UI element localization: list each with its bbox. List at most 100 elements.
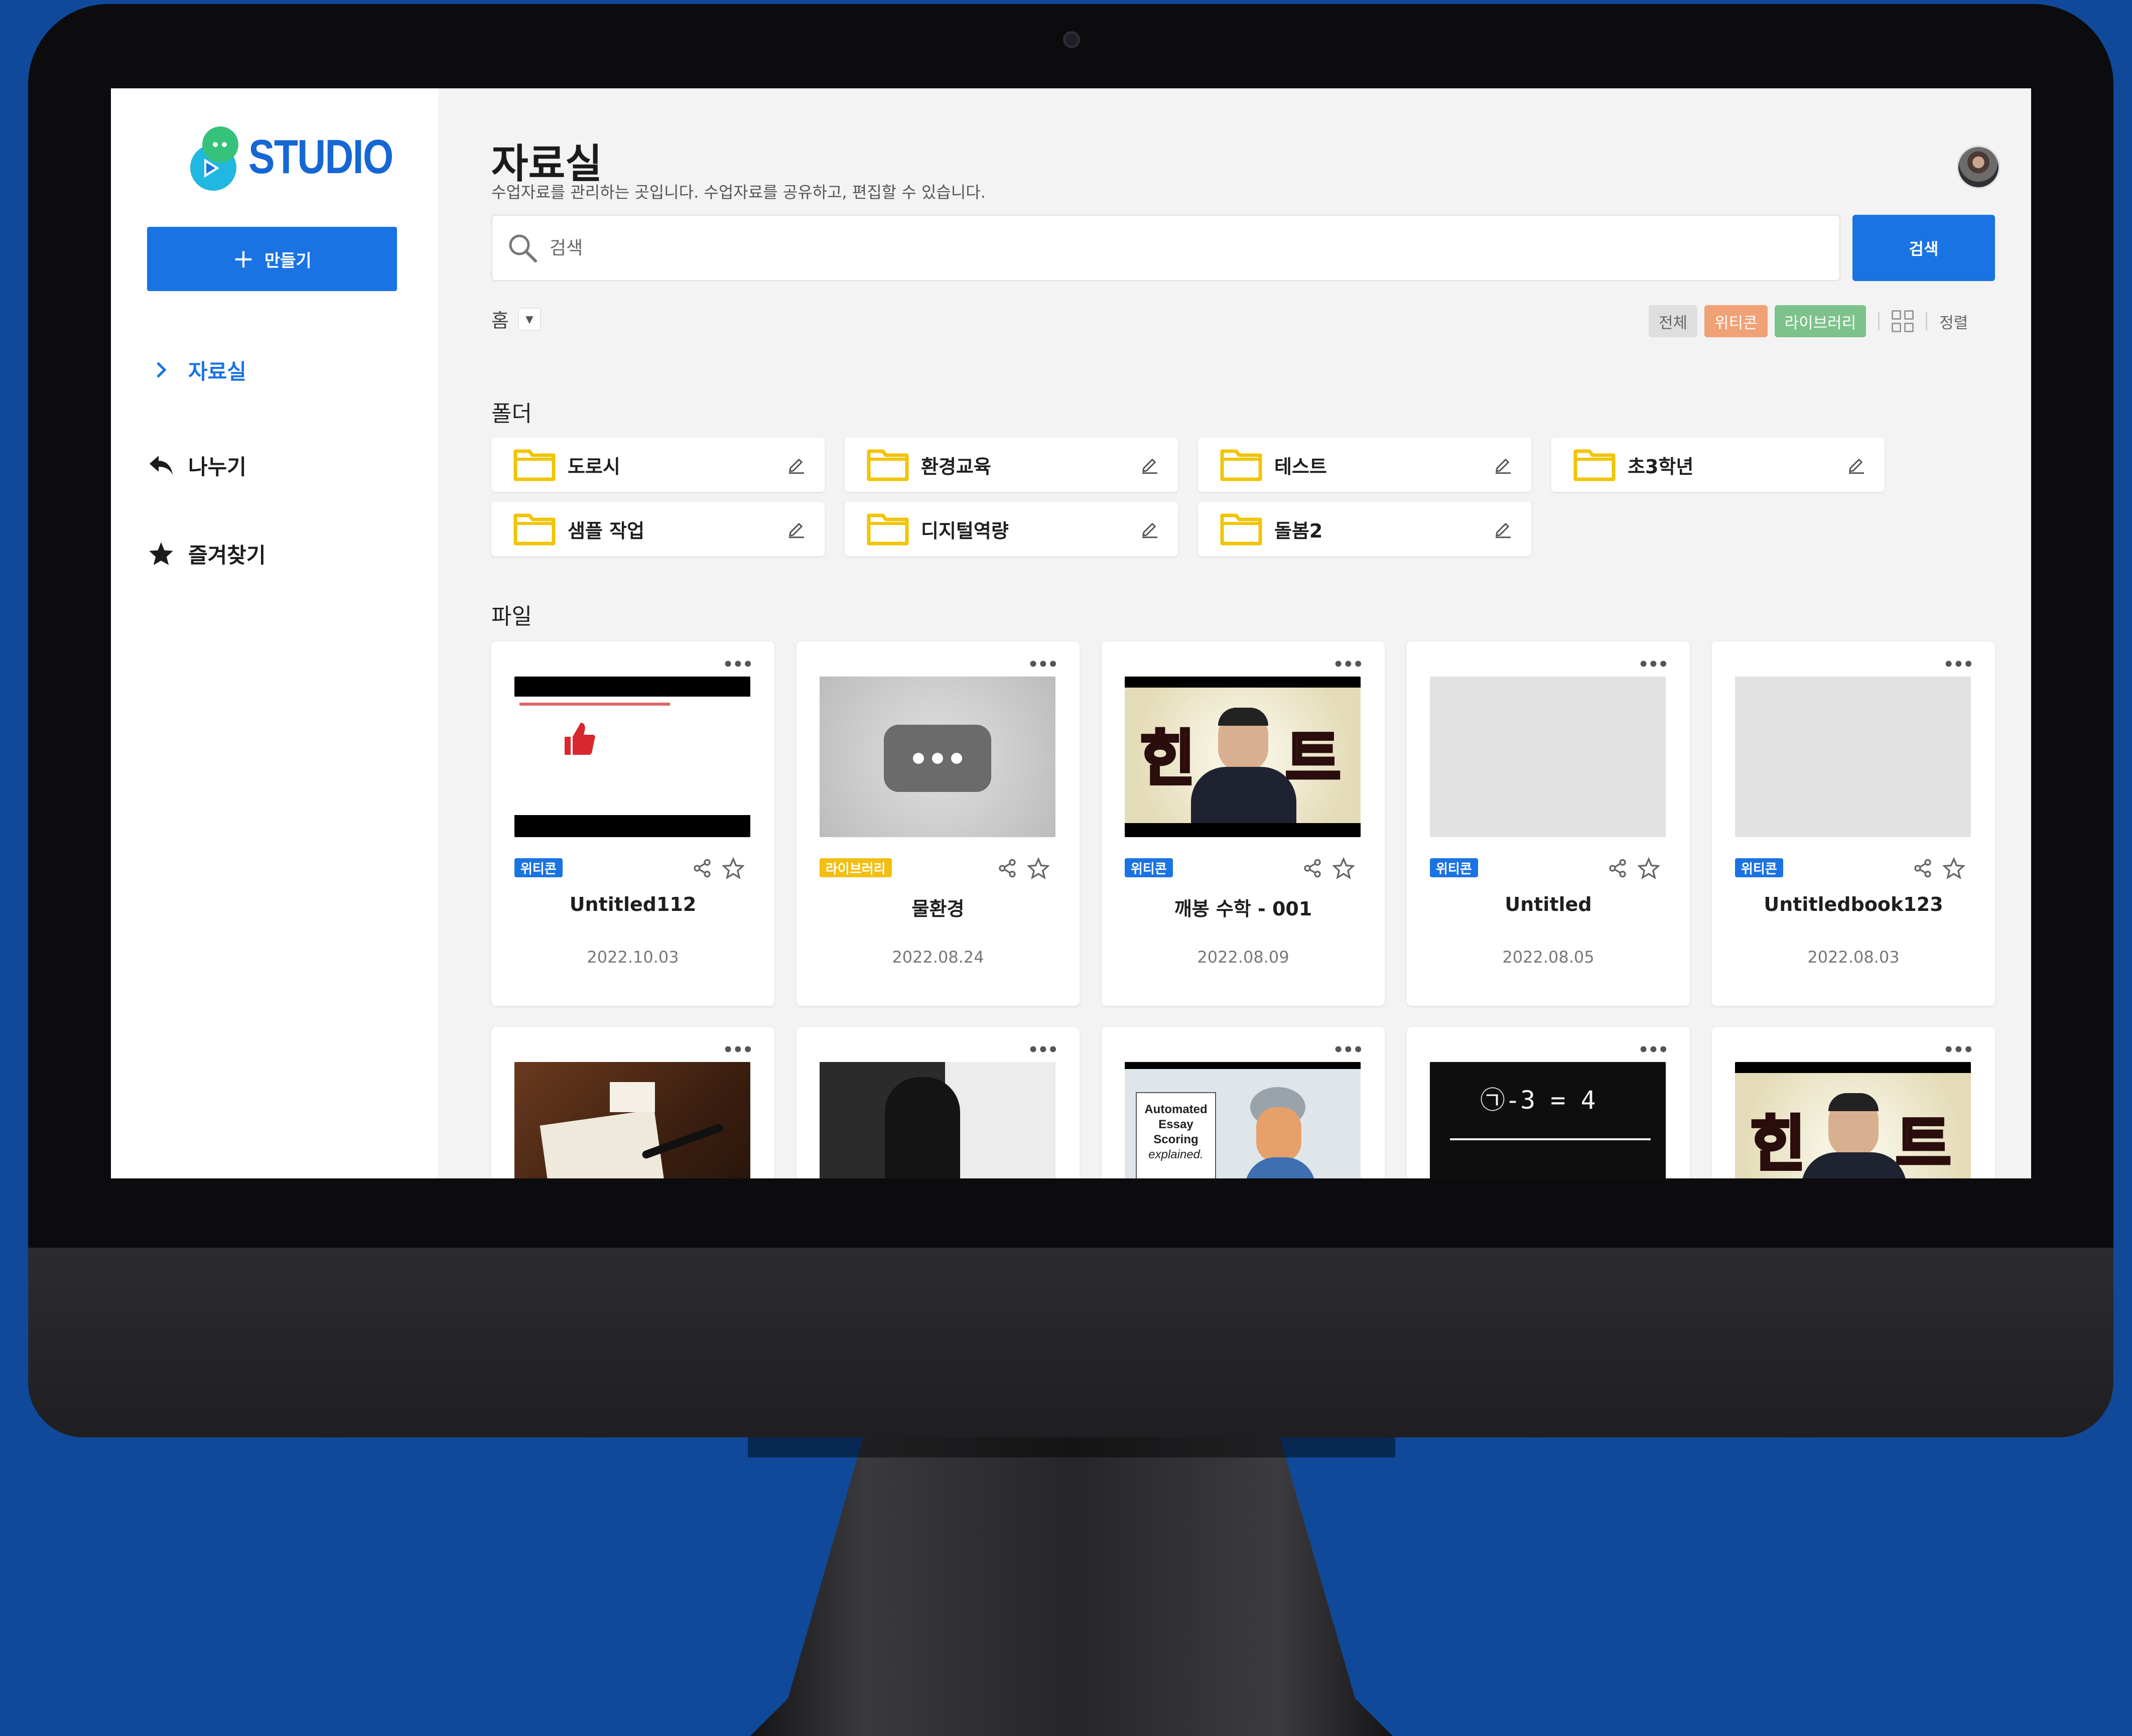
file-title: Untitledbook123 <box>1764 893 1943 915</box>
folder-item[interactable]: 샘플 작업 <box>491 502 825 556</box>
filter-bar: 전체 위티콘 라이브러리 정렬 <box>1642 305 1968 337</box>
sidebar-item-favorites[interactable]: 즐겨찾기 <box>147 536 266 571</box>
file-thumbnail <box>1735 677 1971 837</box>
star-icon[interactable] <box>722 857 744 879</box>
more-icon[interactable]: ••• <box>1943 1040 1974 1060</box>
plus-icon: + <box>232 244 254 274</box>
thumbnail-text: 트 <box>1284 723 1342 795</box>
share-icon[interactable] <box>692 858 712 878</box>
sidebar-item-library[interactable]: 자료실 <box>147 352 246 387</box>
file-card[interactable]: ••• 위티콘 Untitledbook123 2022.08.03 <box>1712 641 1995 1006</box>
folder-item[interactable]: 디지털역량 <box>845 502 1178 556</box>
more-icon[interactable]: ••• <box>1638 1040 1669 1060</box>
create-button[interactable]: + 만들기 <box>147 227 397 291</box>
star-icon[interactable] <box>1943 857 1965 879</box>
badge-witicon: 위티콘 <box>1430 858 1478 877</box>
badge-witicon: 위티콘 <box>514 858 563 877</box>
search-icon <box>509 234 537 262</box>
files-section-title: 파일 <box>491 604 532 629</box>
sidebar-item-label: 즐겨찾기 <box>188 543 266 568</box>
grid-view-icon[interactable] <box>1892 310 1914 332</box>
file-thumbnail: ㉠-3 = 4 <box>1430 1062 1666 1178</box>
studio-logo[interactable]: STUDIO <box>187 118 393 194</box>
file-thumbnail <box>1430 677 1666 837</box>
thumbnail-text: Essay <box>1158 1118 1193 1131</box>
folder-item[interactable]: 테스트 <box>1198 438 1531 492</box>
file-card[interactable]: ••• <box>491 1027 774 1178</box>
studio-logo-icon <box>190 126 238 191</box>
sidebar-item-share[interactable]: 나누기 <box>147 448 246 483</box>
file-date: 2022.08.09 <box>1197 948 1289 967</box>
file-title: Untitled <box>1505 893 1592 915</box>
edit-icon[interactable] <box>1493 519 1513 539</box>
more-icon[interactable]: ••• <box>1333 1040 1364 1060</box>
edit-icon[interactable] <box>1140 519 1160 539</box>
sort-button[interactable]: 정렬 <box>1939 310 1968 333</box>
file-thumbnail <box>514 1062 750 1178</box>
more-icon[interactable]: ••• <box>1028 1040 1058 1060</box>
folder-icon <box>513 513 556 546</box>
search-input[interactable] <box>550 237 1754 258</box>
file-date: 2022.08.05 <box>1502 948 1594 967</box>
essay-title-card: Automated Essay Scoring explained. <box>1136 1092 1216 1178</box>
thumbnail-text: 트 <box>1894 1108 1952 1178</box>
folder-item[interactable]: 환경교육 <box>845 438 1178 492</box>
search-box <box>491 215 1840 281</box>
more-icon[interactable]: ••• <box>723 654 753 675</box>
star-icon[interactable] <box>1638 857 1660 879</box>
folder-icon <box>867 513 909 546</box>
folder-item[interactable]: 초3학년 <box>1551 438 1885 492</box>
folder-item[interactable]: 돌봄2 <box>1198 502 1531 556</box>
star-icon[interactable] <box>1027 857 1049 879</box>
more-icon[interactable]: ••• <box>1943 654 1974 675</box>
thumbnail-text: explained. <box>1148 1148 1204 1161</box>
breadcrumb-home[interactable]: 홈 <box>491 305 509 333</box>
filter-library[interactable]: 라이브러리 <box>1774 305 1867 337</box>
camera-icon <box>1063 31 1080 48</box>
divider <box>1878 312 1880 330</box>
file-card[interactable]: ••• 위티콘 Untitled 2022.08.05 <box>1407 641 1690 1006</box>
share-icon[interactable] <box>1608 858 1628 878</box>
edit-icon[interactable] <box>1493 455 1513 475</box>
star-icon[interactable] <box>1332 857 1355 879</box>
file-title: 물환경 <box>911 898 965 920</box>
edit-icon[interactable] <box>1846 455 1867 475</box>
file-card[interactable]: ••• <box>796 1027 1080 1178</box>
edit-icon[interactable] <box>786 455 807 475</box>
more-icon[interactable]: ••• <box>1028 654 1058 675</box>
more-icon[interactable]: ••• <box>1333 654 1364 675</box>
share-icon[interactable] <box>997 858 1017 878</box>
file-thumbnail: Automated Essay Scoring explained. <box>1125 1062 1361 1178</box>
file-date: 2022.08.03 <box>1807 948 1900 967</box>
filter-witicon[interactable]: 위티콘 <box>1704 305 1768 337</box>
file-card[interactable]: ••• Automated Essay Scoring explained. <box>1102 1027 1385 1178</box>
search-button[interactable]: 검색 <box>1852 215 1995 281</box>
file-card[interactable]: ••• 라이브러리 물환경 2022.08.24 <box>796 641 1080 1006</box>
breadcrumb: 홈 ▼ <box>491 305 541 333</box>
edit-icon[interactable] <box>1140 455 1160 475</box>
chevron-down-icon[interactable]: ▼ <box>517 307 541 331</box>
file-card[interactable]: ••• 힌 트 위티콘 깨봉 수학 - 001 2022.08.09 <box>1102 641 1385 1006</box>
filter-all[interactable]: 전체 <box>1649 305 1698 337</box>
more-icon[interactable]: ••• <box>723 1040 753 1060</box>
file-thumbnail <box>514 677 750 837</box>
folder-icon <box>1573 449 1616 481</box>
file-card[interactable]: ••• ㉠-3 = 4 <box>1407 1027 1690 1178</box>
avatar[interactable] <box>1957 146 2000 189</box>
share-icon[interactable] <box>1913 858 1933 878</box>
thumbnail-text: 힌 <box>1138 723 1196 795</box>
thumbs-up-icon <box>565 723 595 755</box>
folder-icon <box>513 449 556 481</box>
file-card[interactable]: ••• 힌 트 <box>1712 1027 1995 1178</box>
file-card[interactable]: ••• 위티콘 Untitled112 2022.10.03 <box>491 641 774 1006</box>
folder-name: 도로시 <box>568 455 620 478</box>
more-icon[interactable]: ••• <box>1638 654 1669 675</box>
folder-name: 초3학년 <box>1628 455 1694 478</box>
folder-name: 환경교육 <box>921 455 991 478</box>
folder-item[interactable]: 도로시 <box>491 438 825 492</box>
folder-icon <box>1220 449 1262 481</box>
folder-name: 디지털역량 <box>921 519 1009 542</box>
edit-icon[interactable] <box>786 519 807 539</box>
share-icon[interactable] <box>1302 858 1322 878</box>
sidebar-item-label: 나누기 <box>188 454 246 479</box>
